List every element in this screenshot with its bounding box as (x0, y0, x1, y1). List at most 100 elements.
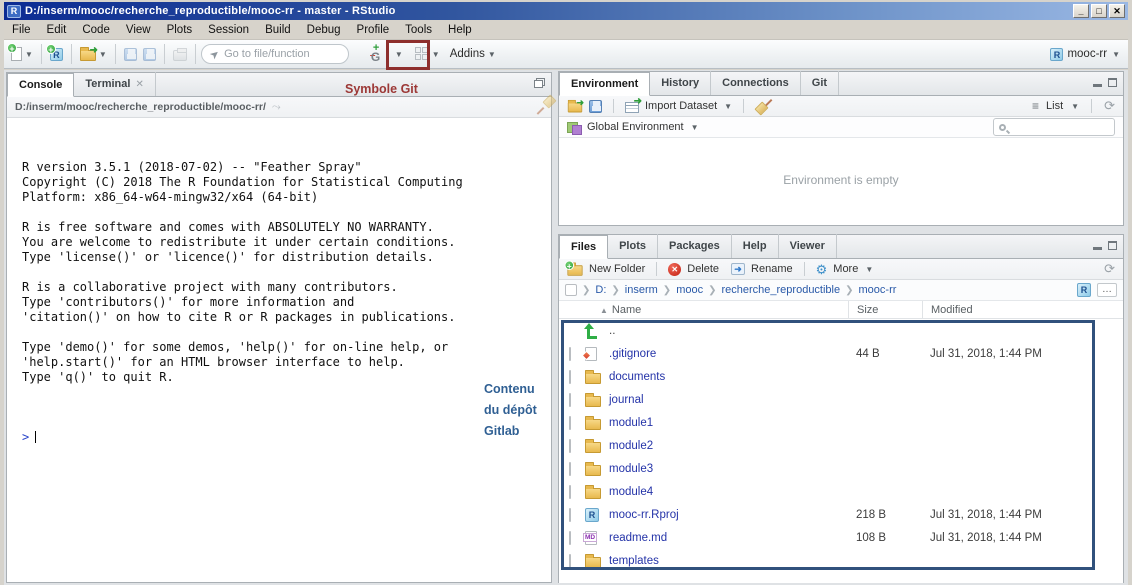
breadcrumb-drive[interactable]: D: (595, 284, 606, 296)
print-button[interactable] (170, 46, 190, 63)
file-checkbox[interactable] (569, 554, 571, 568)
minimize-pane-icon[interactable] (1093, 247, 1102, 250)
menu-tools[interactable]: Tools (397, 22, 440, 38)
addins-button[interactable]: Addins ▼ (447, 46, 499, 62)
save-button[interactable] (121, 46, 140, 63)
file-row-rproj[interactable]: R mooc-rr.Rproj 218 B Jul 31, 2018, 1:44… (559, 503, 1123, 526)
file-row-journal[interactable]: journal (559, 388, 1123, 411)
file-row-module4[interactable]: module4 (559, 480, 1123, 503)
save-all-button[interactable] (140, 46, 159, 63)
menu-edit[interactable]: Edit (39, 22, 75, 38)
file-checkbox[interactable] (569, 462, 571, 476)
chevron-right-icon: ❯ (611, 285, 619, 296)
environment-search-input[interactable] (1010, 121, 1109, 133)
more-button[interactable]: More (833, 263, 858, 275)
file-row-templates[interactable]: templates (559, 549, 1123, 572)
file-row-readme[interactable]: MD readme.md 108 B Jul 31, 2018, 1:44 PM (559, 526, 1123, 549)
tab-console[interactable]: Console (7, 73, 74, 97)
open-file-button[interactable]: ➜ ▼ (77, 45, 110, 63)
file-row-module1[interactable]: module1 (559, 411, 1123, 434)
file-checkbox[interactable] (569, 370, 571, 384)
goto-file-function-input[interactable] (224, 48, 340, 60)
tab-git[interactable]: Git (801, 71, 839, 95)
menu-code[interactable]: Code (74, 22, 118, 38)
file-checkbox[interactable] (569, 416, 571, 430)
column-size-header[interactable]: Size (848, 301, 922, 318)
import-dataset-button[interactable]: Import Dataset (645, 100, 717, 112)
file-checkbox[interactable] (569, 393, 571, 407)
menu-plots[interactable]: Plots (159, 22, 201, 38)
file-checkbox[interactable] (569, 531, 571, 545)
console-prompt[interactable]: > (22, 430, 550, 445)
menu-help[interactable]: Help (440, 22, 480, 38)
tab-help[interactable]: Help (732, 234, 779, 258)
column-name-header[interactable]: ▲Name (559, 304, 848, 316)
import-dataset-icon[interactable]: ➜ (625, 102, 639, 113)
minimize-pane-icon[interactable] (1093, 84, 1102, 87)
file-row-module2[interactable]: module2 (559, 434, 1123, 457)
file-row-documents[interactable]: documents (559, 365, 1123, 388)
close-button[interactable]: ✕ (1109, 4, 1125, 18)
tab-viewer[interactable]: Viewer (779, 234, 837, 258)
tab-plots[interactable]: Plots (608, 234, 658, 258)
refresh-icon[interactable]: ⟳ (1104, 261, 1115, 277)
folder-icon (585, 442, 601, 453)
file-row-gitignore[interactable]: .gitignore 44 B Jul 31, 2018, 1:44 PM (559, 342, 1123, 365)
select-all-checkbox[interactable] (565, 284, 577, 296)
environment-search-box[interactable] (993, 118, 1115, 136)
search-icon (999, 124, 1006, 131)
new-folder-button[interactable]: New Folder (589, 263, 645, 275)
minimize-button[interactable]: _ (1073, 4, 1089, 18)
file-checkbox[interactable] (569, 485, 571, 499)
file-row-module3[interactable]: module3 (559, 457, 1123, 480)
rename-button[interactable]: Rename (751, 263, 793, 275)
close-icon[interactable]: ✕ (135, 79, 143, 90)
more-directory-button[interactable]: … (1097, 283, 1117, 297)
maximize-pane-icon[interactable] (1108, 78, 1117, 87)
tab-environment[interactable]: Environment (559, 72, 650, 96)
console-output[interactable]: R version 3.5.1 (2018-07-02) -- "Feather… (8, 120, 550, 581)
new-project-button[interactable]: R+ (47, 46, 66, 63)
menu-profile[interactable]: Profile (349, 22, 398, 38)
breadcrumb-inserm[interactable]: inserm (625, 284, 658, 296)
folder-icon (585, 557, 601, 568)
tab-files[interactable]: Files (559, 235, 608, 259)
tab-terminal[interactable]: Terminal✕ (74, 72, 155, 96)
breadcrumb-recherche[interactable]: recherche_reproductible (721, 284, 840, 296)
delete-icon: ✕ (668, 263, 681, 276)
file-checkbox[interactable] (569, 439, 571, 453)
goto-directory-icon[interactable]: ⤳ (272, 101, 281, 114)
menu-file[interactable]: File (4, 22, 39, 38)
environment-scope-selector[interactable]: Global Environment (587, 121, 684, 133)
file-checkbox[interactable] (569, 347, 571, 361)
column-modified-header[interactable]: Modified (922, 301, 1123, 318)
list-view-button[interactable]: List (1046, 100, 1063, 112)
file-row-up[interactable]: .. (559, 319, 1123, 342)
breadcrumb-mooc-rr[interactable]: mooc-rr (859, 284, 897, 296)
menu-view[interactable]: View (118, 22, 159, 38)
delete-button[interactable]: Delete (687, 263, 719, 275)
restore-panes-icon[interactable] (534, 78, 545, 88)
load-workspace-icon[interactable]: ➜ (568, 103, 582, 113)
tab-packages[interactable]: Packages (658, 234, 732, 258)
menu-build[interactable]: Build (257, 22, 299, 38)
files-tabbar: Files Plots Packages Help Viewer (559, 235, 1123, 259)
project-selector[interactable]: R mooc-rr ▼ (1046, 46, 1124, 63)
panes-layout-button[interactable]: ▼ (412, 45, 443, 63)
breadcrumb-mooc[interactable]: mooc (676, 284, 703, 296)
folder-icon (585, 396, 601, 407)
maximize-pane-icon[interactable] (1108, 241, 1117, 250)
window-title: D:/inserm/mooc/recherche_reproductible/m… (25, 5, 396, 17)
menu-debug[interactable]: Debug (299, 22, 349, 38)
clear-environment-icon[interactable] (755, 99, 771, 114)
new-file-button[interactable]: + ▼ (8, 45, 36, 63)
goto-file-function-box[interactable]: ➤ (201, 44, 349, 64)
file-checkbox[interactable] (569, 508, 571, 522)
maximize-button[interactable]: □ (1091, 4, 1107, 18)
tab-history[interactable]: History (650, 71, 711, 95)
refresh-icon[interactable]: ⟳ (1104, 98, 1115, 114)
git-menu-button[interactable]: +–G ▼ (366, 43, 406, 65)
menu-session[interactable]: Session (200, 22, 257, 38)
save-workspace-icon[interactable] (589, 100, 602, 113)
tab-connections[interactable]: Connections (711, 71, 801, 95)
